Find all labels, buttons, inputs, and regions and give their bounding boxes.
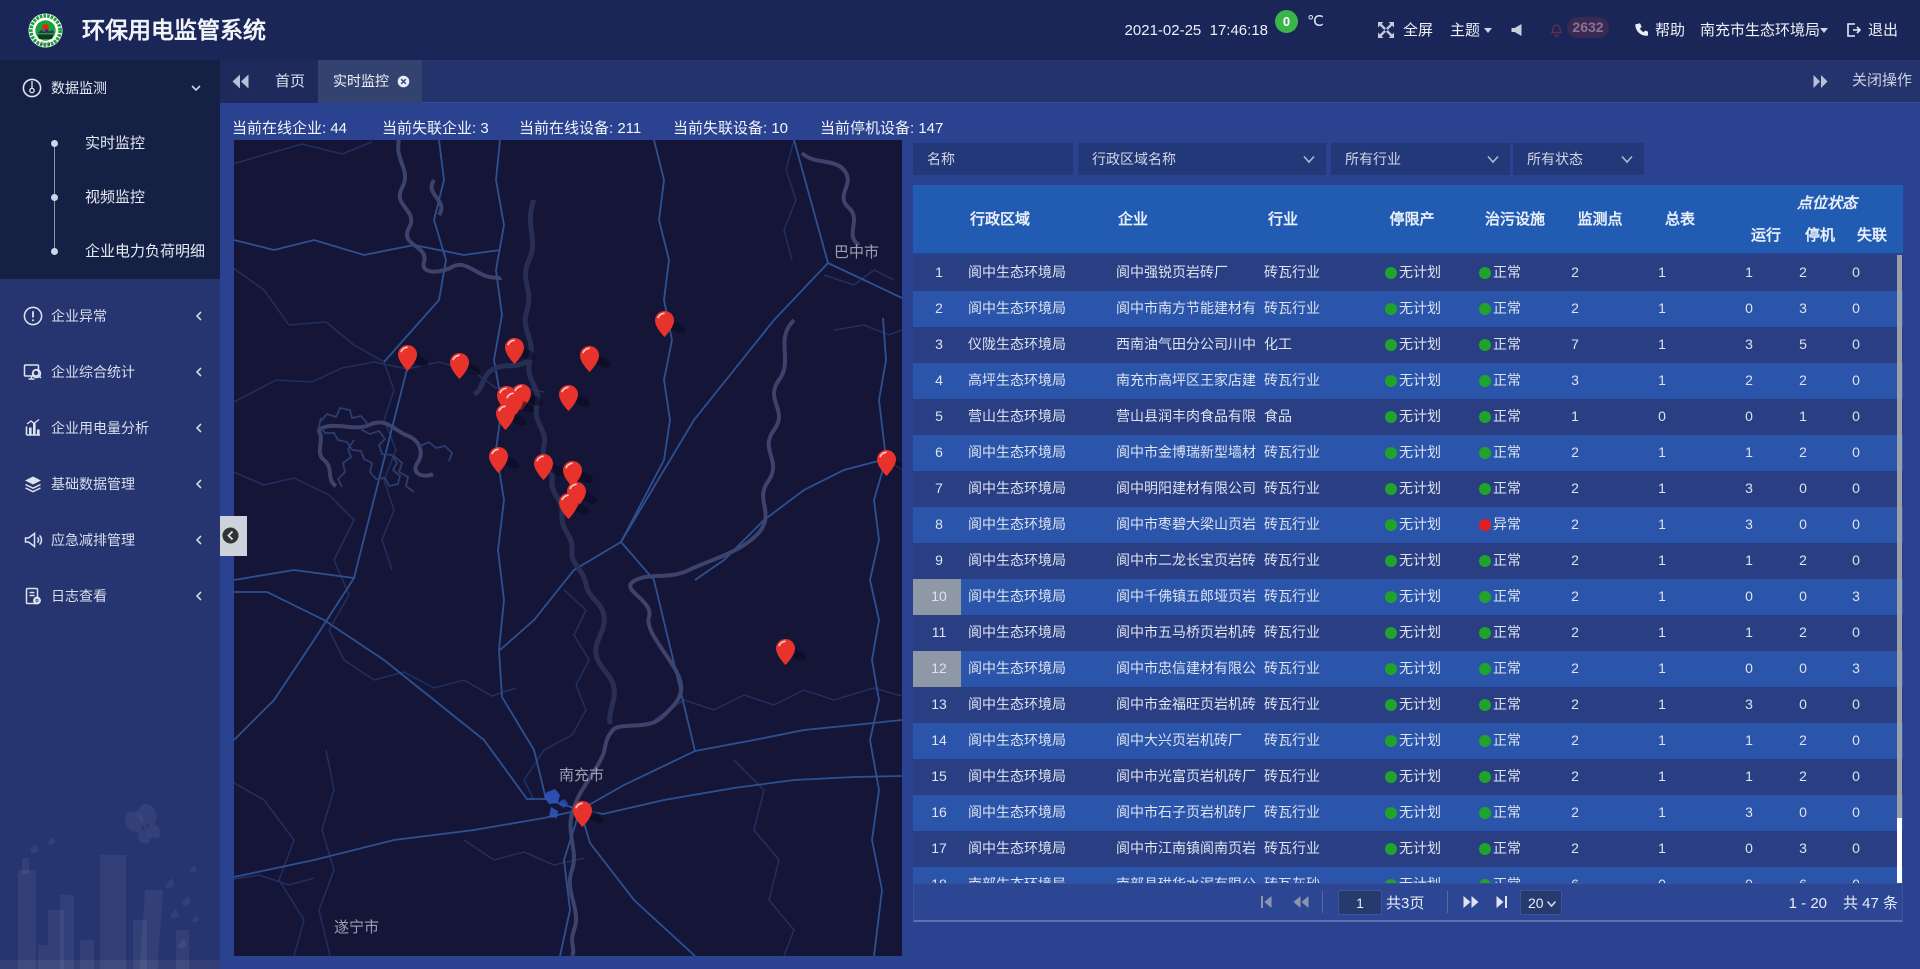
svg-text:南充市: 南充市: [559, 767, 604, 784]
svg-text:遂宁市: 遂宁市: [334, 919, 379, 936]
svg-text:巴中市: 巴中市: [834, 244, 879, 261]
svg-text:四川省: 四川省: [40, 41, 51, 46]
